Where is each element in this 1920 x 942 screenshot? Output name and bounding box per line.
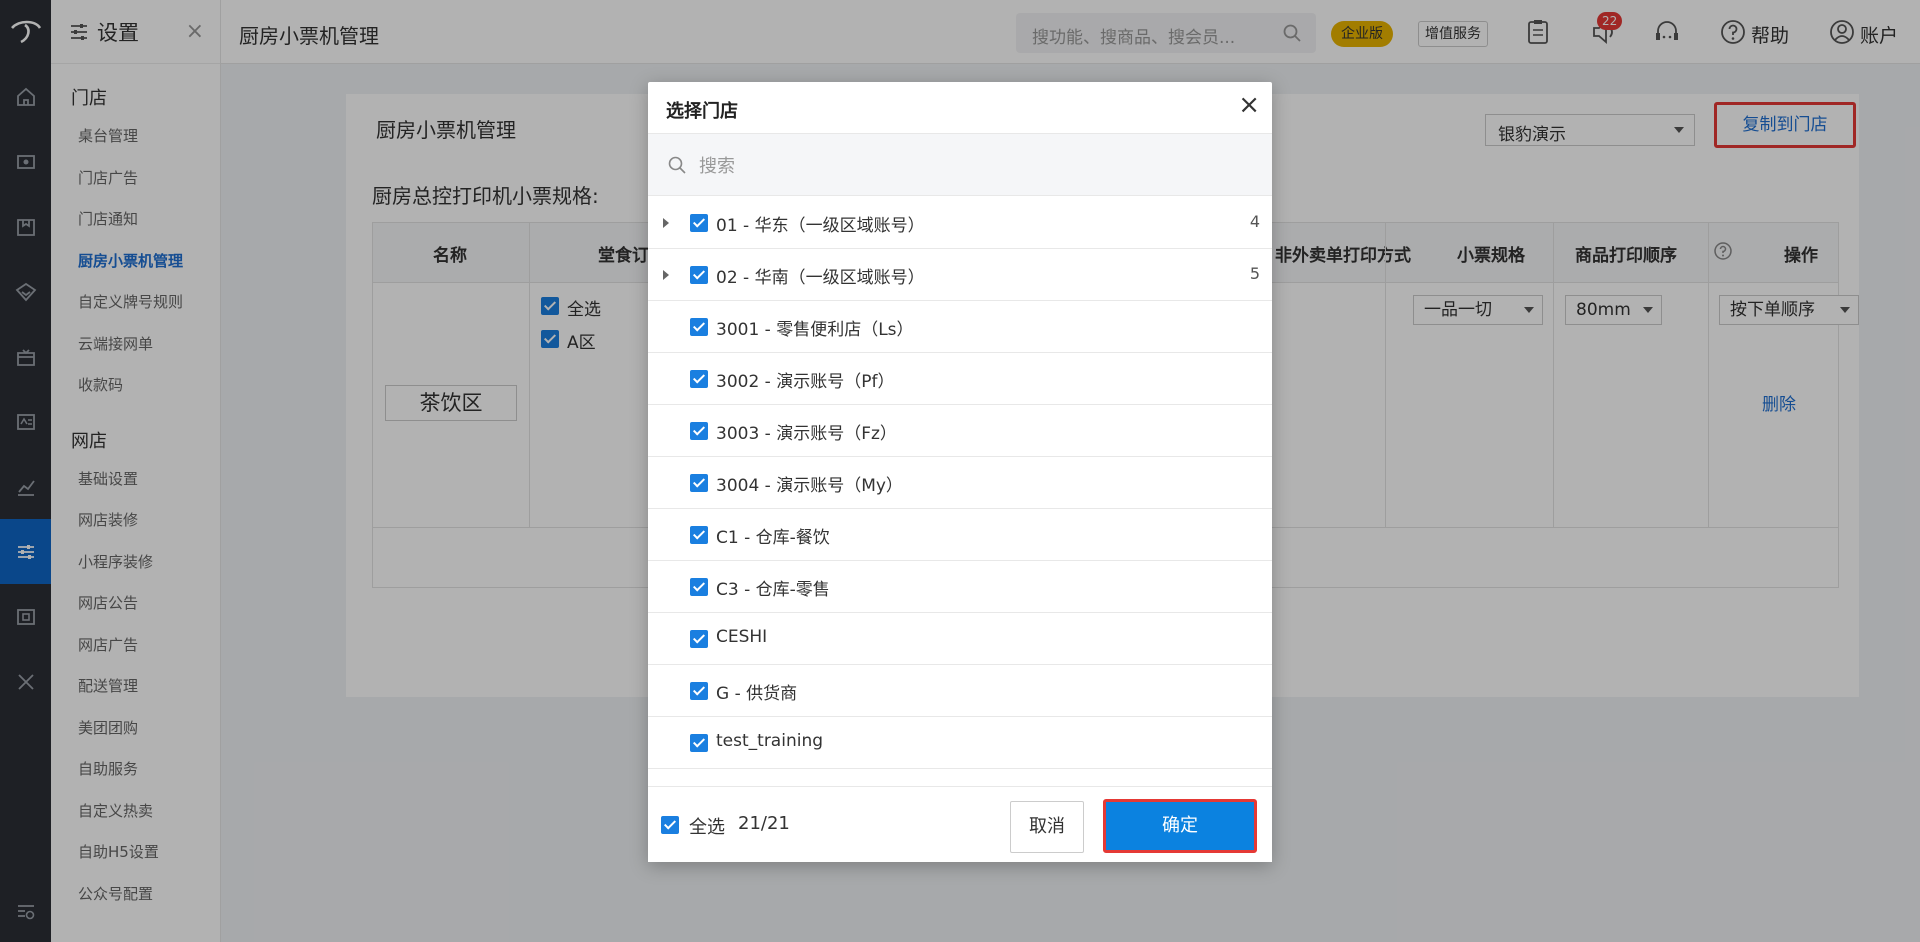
store-checkbox[interactable] <box>690 266 708 284</box>
store-list: 01 - 华东（一级区域账号） 4 02 - 华南（一级区域账号） 5 3001… <box>648 197 1272 785</box>
expand-arrow-icon[interactable] <box>663 218 669 228</box>
cancel-button[interactable]: 取消 <box>1010 801 1084 853</box>
store-checkbox[interactable] <box>690 578 708 596</box>
store-label: CESHI <box>716 627 768 647</box>
list-item[interactable]: test_training <box>648 717 1272 769</box>
list-item[interactable]: C1 - 仓库-餐饮 <box>648 509 1272 561</box>
store-label: 3003 - 演示账号（Fz） <box>716 424 897 444</box>
store-child-count: 4 <box>1249 212 1260 231</box>
search-icon <box>668 156 686 174</box>
list-item[interactable]: 3004 - 演示账号（My） <box>648 457 1272 509</box>
store-label: 02 - 华南（一级区域账号） <box>716 268 925 288</box>
store-checkbox[interactable] <box>690 734 708 752</box>
modal-title: 选择门店 <box>666 101 738 122</box>
list-item[interactable]: C3 - 仓库-零售 <box>648 561 1272 613</box>
store-label: 3001 - 零售便利店（Ls） <box>716 320 914 340</box>
store-child-count: 5 <box>1249 264 1260 283</box>
store-checkbox[interactable] <box>690 214 708 232</box>
list-item[interactable]: CESHI <box>648 613 1272 665</box>
modal-footer: 全选 21/21 取消 确定 <box>648 786 1272 862</box>
store-search-placeholder: 搜索 <box>699 156 735 177</box>
confirm-button[interactable]: 确定 <box>1103 799 1257 853</box>
store-label: 3002 - 演示账号（Pf） <box>716 372 895 392</box>
selected-count: 21/21 <box>738 813 790 834</box>
store-checkbox[interactable] <box>690 526 708 544</box>
store-checkbox[interactable] <box>690 474 708 492</box>
store-label: 01 - 华东（一级区域账号） <box>716 216 925 236</box>
list-item[interactable]: 3002 - 演示账号（Pf） <box>648 353 1272 405</box>
expand-arrow-icon[interactable] <box>663 270 669 280</box>
store-checkbox[interactable] <box>690 422 708 440</box>
store-label: C3 - 仓库-零售 <box>716 580 830 600</box>
list-item[interactable]: 3001 - 零售便利店（Ls） <box>648 301 1272 353</box>
store-checkbox[interactable] <box>690 370 708 388</box>
store-checkbox[interactable] <box>690 318 708 336</box>
store-checkbox[interactable] <box>690 682 708 700</box>
store-label: C1 - 仓库-餐饮 <box>716 528 830 548</box>
store-label: 3004 - 演示账号（My） <box>716 476 903 496</box>
close-icon[interactable]: × <box>1238 92 1260 118</box>
list-item[interactable]: 02 - 华南（一级区域账号） 5 <box>648 249 1272 301</box>
store-checkbox[interactable] <box>690 630 708 648</box>
select-all-label: 全选 <box>689 817 725 838</box>
list-item-partial[interactable] <box>648 769 1272 785</box>
select-store-modal: 选择门店 × 搜索 01 - 华东（一级区域账号） 4 02 - 华南（一级区域… <box>648 82 1272 862</box>
modal-header: 选择门店 × <box>648 82 1272 134</box>
list-item[interactable]: 3003 - 演示账号（Fz） <box>648 405 1272 457</box>
select-all-checkbox[interactable] <box>661 816 679 834</box>
store-label: G - 供货商 <box>716 684 798 704</box>
store-search-input[interactable]: 搜索 <box>648 134 1272 196</box>
list-item[interactable]: 01 - 华东（一级区域账号） 4 <box>648 197 1272 249</box>
store-label: test_training <box>716 731 824 751</box>
list-item[interactable]: G - 供货商 <box>648 665 1272 717</box>
